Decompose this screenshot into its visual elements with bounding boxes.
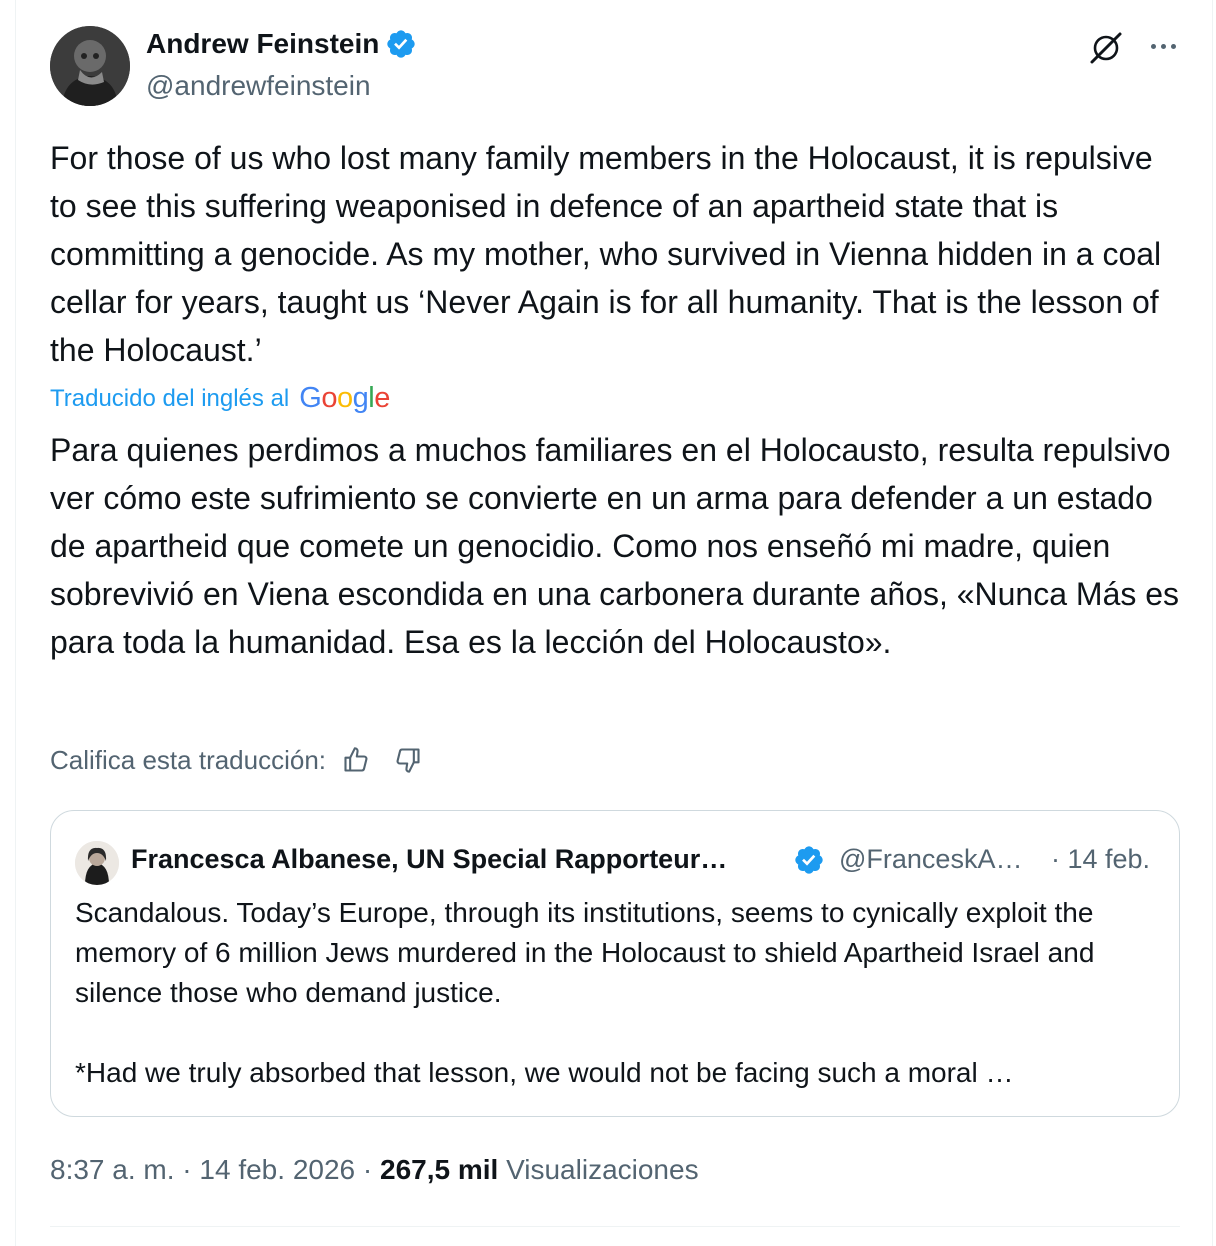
rate-translation-row: Califica esta traducción: <box>50 744 424 776</box>
tweet-meta: 8:37 a. m. · 14 feb. 2026 · 267,5 mil Vi… <box>50 1154 699 1186</box>
grok-icon[interactable] <box>1086 28 1126 68</box>
quoted-tweet-text: Scandalous. Today’s Europe, through its … <box>75 897 1095 1008</box>
thumbs-down-icon[interactable] <box>392 744 424 776</box>
tweet-time[interactable]: 8:37 a. m. <box>50 1154 175 1185</box>
more-options-icon[interactable] <box>1145 28 1181 64</box>
meta-separator: · <box>182 1154 192 1185</box>
tweet-text: For those of us who lost many family mem… <box>50 140 1162 368</box>
verified-badge-icon <box>795 846 823 874</box>
translated-text: Para quienes perdimos a muchos familiare… <box>50 432 1180 660</box>
quoted-tweet-text-continued: *Had we truly absorbed that lesson, we w… <box>75 1057 1014 1088</box>
author-avatar[interactable] <box>50 26 130 106</box>
tweet-date[interactable]: 14 feb. 2026 <box>199 1154 355 1185</box>
meta-separator: · <box>362 1154 373 1185</box>
verified-badge-icon <box>387 30 416 58</box>
author-display-name[interactable]: Andrew Feinstein <box>146 28 379 60</box>
translation-label[interactable]: Traducido del inglés al <box>50 385 289 413</box>
thumbs-up-icon[interactable] <box>340 744 372 776</box>
views-label: Visualizaciones <box>506 1154 699 1185</box>
quoted-tweet-date[interactable]: · 14 feb. <box>1051 844 1150 875</box>
quoted-author-avatar[interactable] <box>75 841 119 885</box>
google-logo: Google <box>299 382 390 414</box>
views-count: 267,5 mil <box>380 1154 499 1185</box>
translation-attribution[interactable]: Traducido del inglés al Google <box>50 382 390 415</box>
quoted-tweet-card[interactable]: Francesca Albanese, UN Special Rapporteu… <box>50 810 1180 1117</box>
author-name-row[interactable]: Andrew Feinstein <box>146 28 417 60</box>
quoted-author-name[interactable]: Francesca Albanese, UN Special Rapporteu… <box>131 844 727 875</box>
rate-translation-label: Califica esta traducción: <box>50 744 327 775</box>
quoted-author-handle[interactable]: @FranceskA… <box>839 844 1022 875</box>
divider <box>50 1226 1180 1227</box>
author-handle[interactable]: @andrewfeinstein <box>146 70 371 102</box>
